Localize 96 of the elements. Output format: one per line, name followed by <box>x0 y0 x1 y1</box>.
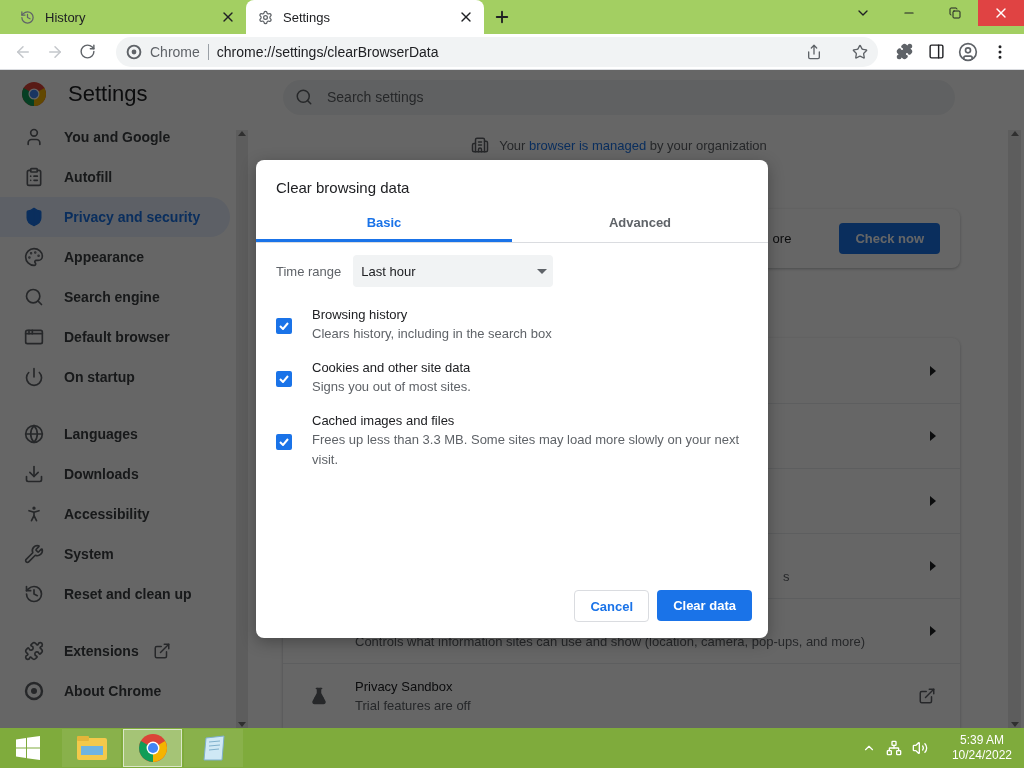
check-now-button[interactable]: Check now <box>839 222 940 254</box>
sidebar-item[interactable]: On startup <box>0 357 230 397</box>
taskbar-app[interactable] <box>184 729 243 767</box>
settings-title: Settings <box>68 80 148 107</box>
sidebar-item[interactable]: Privacy and security <box>0 197 230 237</box>
shield-icon <box>24 207 44 227</box>
reload-icon[interactable] <box>78 43 96 60</box>
power-icon <box>24 367 44 387</box>
volume-icon[interactable] <box>911 740 928 756</box>
sidebar-item[interactable]: Reset and clean up <box>0 574 230 614</box>
checkbox[interactable] <box>276 317 292 334</box>
arrow-right-icon[interactable] <box>930 496 936 506</box>
puzzle-icon[interactable] <box>895 43 913 60</box>
wrench-icon <box>24 544 44 564</box>
flask-icon <box>310 687 328 705</box>
browser-tab[interactable]: History <box>8 0 246 34</box>
address-bar[interactable]: Chrome chrome://settings/clearBrowserData <box>116 36 878 67</box>
taskbar-app[interactable] <box>123 729 182 767</box>
sidebar-item[interactable]: Autofill <box>0 157 230 197</box>
sidebar-item[interactable]: Search engine <box>0 277 230 317</box>
download-icon <box>24 464 44 484</box>
sidebar-item[interactable]: You and Google <box>0 117 230 157</box>
palette-icon <box>24 247 44 267</box>
person-icon <box>24 127 44 147</box>
scrollbar[interactable] <box>1008 130 1021 728</box>
taskbar-clock[interactable]: 5:39 AM 10/24/2022 <box>951 733 1012 763</box>
globe-icon <box>24 424 44 444</box>
scroll-up-icon[interactable] <box>238 130 246 136</box>
sidebar-item[interactable]: Default browser <box>0 317 230 357</box>
clipboard-icon <box>24 167 44 187</box>
sidebar-item[interactable]: Extensions <box>0 631 230 671</box>
chrome-logo-icon <box>138 734 167 762</box>
sidebar-item[interactable]: About Chrome <box>0 671 230 711</box>
sidebar-item[interactable]: Languages <box>0 414 230 454</box>
sidebar-item[interactable]: Appearance <box>0 237 230 277</box>
browser-tab[interactable]: Settings <box>246 0 484 34</box>
managed-link[interactable]: browser is managed <box>529 137 647 153</box>
chrome-outline-icon <box>24 681 44 701</box>
search-icon <box>24 287 44 307</box>
url-text: chrome://settings/clearBrowserData <box>216 43 439 60</box>
scroll-up-icon[interactable] <box>1010 130 1019 136</box>
safety-check-text: ore <box>772 230 792 246</box>
option-title: Browsing history <box>312 307 409 322</box>
external-link-icon[interactable] <box>918 687 936 705</box>
new-tab-icon[interactable] <box>493 8 511 26</box>
option-description: Signs you out of most sites. <box>312 378 472 396</box>
settings-icon <box>258 9 273 25</box>
checkmark-icon <box>279 374 289 383</box>
row-subtitle: s <box>783 568 791 584</box>
bookmark-star-icon[interactable] <box>852 43 868 60</box>
clear-data-button[interactable]: Clear data <box>657 590 752 621</box>
option-description: Clears history, including in the search box <box>312 325 553 343</box>
folder-icon <box>75 734 108 762</box>
arrow-right-icon[interactable] <box>930 431 936 441</box>
managed-notice: Your browser is managed by your organization <box>499 137 767 153</box>
row-subtitle: Trial features are off <box>355 698 472 713</box>
row-title: Privacy Sandbox <box>355 679 454 694</box>
chrome-logo-icon <box>22 81 46 106</box>
arrow-right-icon[interactable] <box>930 561 936 571</box>
dialog-tab[interactable]: Basic <box>256 205 512 242</box>
sidebar-item[interactable]: System <box>0 534 230 574</box>
option-title: Cookies and other site data <box>312 360 472 375</box>
building-icon <box>471 136 490 155</box>
tab-title: Settings <box>283 9 331 25</box>
arrow-right-icon[interactable] <box>930 365 936 376</box>
arrow-right-icon[interactable] <box>930 626 936 636</box>
browser-window-icon <box>24 327 44 347</box>
tab-title: History <box>45 9 87 25</box>
checkbox[interactable] <box>276 433 292 450</box>
puzzle-icon <box>24 641 44 661</box>
checkbox[interactable] <box>276 370 292 387</box>
site-origin: Chrome <box>150 43 200 60</box>
dialog-title: Clear browsing data <box>275 178 411 198</box>
history-icon <box>24 584 44 604</box>
restore-icon[interactable] <box>949 7 961 19</box>
sidebar-item[interactable]: Accessibility <box>0 494 230 534</box>
option-description: Frees up less than 3.3 MB. Some sites may load more slowly on your next visit. <box>312 431 741 469</box>
checkmark-icon <box>279 437 289 446</box>
chrome-outline-icon <box>126 43 142 60</box>
profile-icon[interactable] <box>958 41 978 62</box>
option-title: Cached images and files <box>312 413 456 428</box>
share-icon[interactable] <box>806 43 822 60</box>
cancel-button[interactable]: Cancel <box>574 590 650 622</box>
search-icon <box>295 88 313 107</box>
dialog-tab[interactable]: Advanced <box>512 205 768 242</box>
sidebar-item[interactable]: Downloads <box>0 454 230 494</box>
time-range-label: Time range <box>276 263 342 279</box>
time-range-dropdown[interactable]: Last hour <box>353 255 554 287</box>
search-field[interactable]: Search settings <box>283 80 955 115</box>
windows-start-icon[interactable] <box>16 736 40 760</box>
network-icon[interactable] <box>885 740 902 756</box>
search-placeholder: Search settings <box>327 89 424 106</box>
checkmark-icon <box>279 321 289 330</box>
history-icon <box>20 9 35 25</box>
scrollbar[interactable] <box>236 130 248 728</box>
side-panel-icon[interactable] <box>927 43 945 60</box>
